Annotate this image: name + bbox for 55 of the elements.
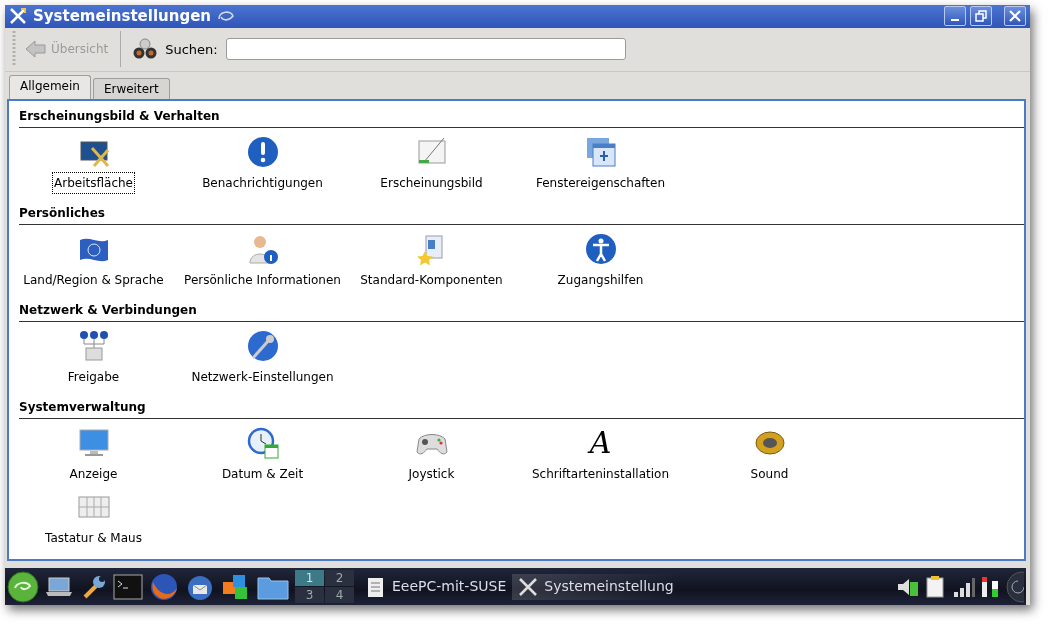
module-label[interactable]: Persönliche Informationen bbox=[182, 269, 343, 292]
tools-icon bbox=[9, 7, 27, 26]
tools-icon bbox=[518, 576, 539, 597]
font-letter-icon[interactable]: A bbox=[589, 427, 612, 460]
desktop-pager-cell[interactable]: 2 bbox=[325, 570, 354, 587]
module-label[interactable]: Tastatur & Maus bbox=[43, 527, 144, 550]
binoculars-icon bbox=[133, 38, 158, 61]
section-heading: Erscheinungsbild & Verhalten bbox=[19, 107, 1024, 129]
module-label[interactable]: Zugangshilfen bbox=[555, 269, 646, 292]
module-label[interactable]: Erscheinungsbild bbox=[378, 172, 485, 195]
module-label[interactable]: Schriftarteninstallation bbox=[529, 463, 671, 486]
module-label[interactable]: Land/Region & Sprache bbox=[21, 269, 166, 292]
restore-button[interactable] bbox=[970, 6, 992, 27]
module-label[interactable]: Fenstereigenschaften bbox=[533, 172, 668, 195]
module-label[interactable]: Freigabe bbox=[65, 366, 122, 389]
module-label[interactable]: Joystick bbox=[406, 463, 457, 486]
desktop-pager-cell[interactable]: 4 bbox=[325, 587, 354, 604]
module-label[interactable]: Netzwerk-Einstellungen bbox=[189, 366, 336, 389]
module-label[interactable]: Benachrichtigungen bbox=[200, 172, 325, 195]
module-label[interactable]: Anzeige bbox=[67, 463, 120, 486]
settings-module-icon[interactable] bbox=[584, 233, 617, 266]
settings-module-icon[interactable] bbox=[246, 427, 279, 460]
settings-module-icon[interactable] bbox=[584, 136, 617, 169]
desktop-pager-cell[interactable]: 1 bbox=[295, 570, 324, 587]
window-title: Systemeinstellungen bbox=[33, 6, 211, 27]
close-icon bbox=[1009, 10, 1021, 23]
terminal-icon[interactable] bbox=[113, 573, 143, 600]
taskbar-task[interactable]: EeePC-mit-SUSE bbox=[360, 573, 513, 600]
section-heading: Netzwerk & Verbindungen bbox=[19, 301, 1024, 323]
close-button[interactable] bbox=[1004, 6, 1026, 27]
settings-module-icon[interactable] bbox=[246, 330, 279, 363]
tab[interactable]: Allgemein bbox=[9, 75, 91, 100]
document-icon bbox=[366, 575, 386, 598]
laptop-icon[interactable] bbox=[45, 574, 73, 599]
battery-icon[interactable] bbox=[980, 574, 1000, 599]
back-arrow-icon bbox=[25, 40, 47, 59]
settings-module-icon[interactable] bbox=[77, 330, 110, 363]
module-label[interactable]: Datum & Zeit bbox=[219, 463, 306, 486]
minimize-icon bbox=[951, 19, 959, 22]
restore-icon bbox=[975, 10, 987, 23]
module-label[interactable]: Sound bbox=[748, 463, 791, 486]
settings-module-icon[interactable] bbox=[246, 233, 279, 266]
module-label[interactable]: Standard-Komponenten bbox=[358, 269, 505, 292]
signal-bars-icon[interactable] bbox=[952, 575, 976, 598]
tab[interactable]: Erweitert bbox=[92, 78, 170, 100]
module-label[interactable]: Arbeitsfläche bbox=[52, 172, 135, 195]
section-heading: Persönliches bbox=[19, 204, 1024, 226]
settings-module-icon[interactable] bbox=[246, 136, 279, 169]
browser-icon[interactable] bbox=[149, 571, 179, 602]
minimize-button[interactable] bbox=[944, 6, 966, 27]
start-menu-icon[interactable] bbox=[7, 570, 39, 603]
search-label: Suchen: bbox=[165, 40, 218, 59]
search-field[interactable] bbox=[225, 38, 626, 61]
section-heading: Systemverwaltung bbox=[19, 398, 1024, 420]
desktop-pager-cell[interactable]: 3 bbox=[295, 587, 324, 604]
